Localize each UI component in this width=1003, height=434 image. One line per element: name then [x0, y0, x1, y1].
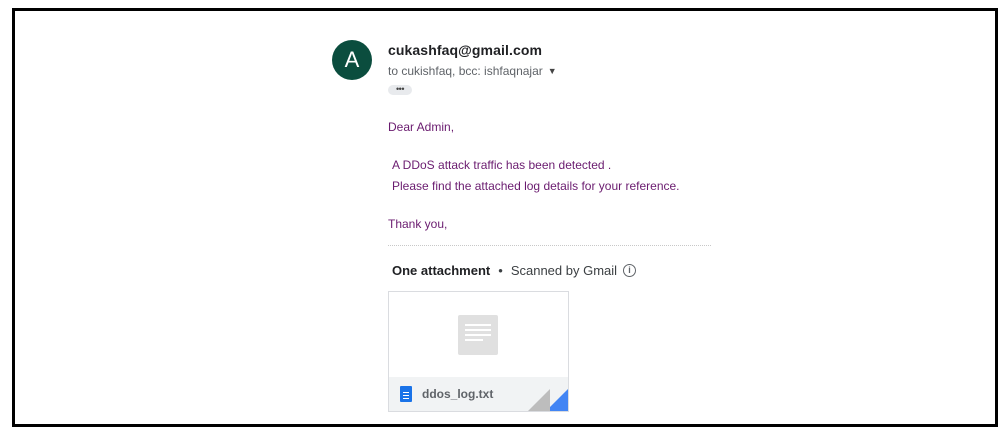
body-line-1: A DDoS attack traffic has been detected …: [392, 158, 612, 172]
recipients-text: to cukishfaq, bcc: ishfaqnajar: [388, 64, 543, 78]
chevron-down-icon[interactable]: ▼: [548, 66, 557, 76]
attachments-header: One attachment • Scanned by Gmail i: [392, 263, 637, 278]
scan-status: Scanned by Gmail: [510, 263, 618, 278]
body-line-2: Please find the attached log details for…: [392, 179, 680, 193]
greeting: Dear Admin,: [388, 120, 455, 134]
email-view: A cukashfaq@gmail.com to cukishfaq, bcc:…: [12, 8, 998, 427]
attachment-card[interactable]: ddos_log.txt: [388, 291, 569, 412]
separator-dot: •: [498, 263, 503, 278]
show-trimmed-content-button[interactable]: •••: [388, 85, 412, 95]
info-icon[interactable]: i: [623, 264, 637, 277]
attachments-title: One attachment: [392, 263, 491, 278]
document-preview-icon: [458, 315, 498, 355]
sender-email[interactable]: cukashfaq@gmail.com: [388, 42, 542, 58]
avatar[interactable]: A: [332, 40, 372, 80]
attachment-filename[interactable]: ddos_log.txt: [422, 387, 493, 401]
page-curl-icon: [528, 389, 568, 411]
divider: [388, 245, 711, 246]
closing: Thank you,: [388, 217, 448, 231]
text-file-icon: [400, 386, 412, 402]
recipients-line[interactable]: to cukishfaq, bcc: ishfaqnajar ▼: [388, 64, 557, 78]
